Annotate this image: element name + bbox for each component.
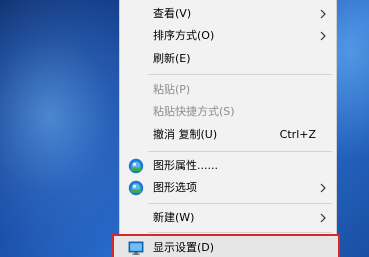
desktop-context-menu: 查看(V) 排序方式(O) 刷新(E) 粘贴(P) 粘贴快捷方式(S) 撤消 复… [112,0,340,257]
menu-item-label: 排序方式(O) [153,29,215,42]
menu-item-refresh[interactable]: 刷新(E) [120,49,336,69]
menu-item-paste-shortcut[interactable]: 粘贴快捷方式(S) [120,102,336,122]
menu-item-undo-copy[interactable]: 撤消 复制(U) Ctrl+Z [120,125,336,145]
menu-item-shortcut: Ctrl+Z [279,128,316,141]
menu-item-label: 查看(V) [153,7,192,20]
chevron-right-icon [320,213,326,223]
intel-graphics-icon [128,158,144,174]
menu-item-label: 粘贴快捷方式(S) [153,105,235,118]
menu-separator [148,203,332,204]
menu-separator [148,74,332,75]
desktop-background[interactable]: 查看(V) 排序方式(O) 刷新(E) 粘贴(P) 粘贴快捷方式(S) 撤消 复… [0,0,369,257]
menu-item-view[interactable]: 查看(V) [120,4,336,24]
intel-graphics-icon [128,180,144,196]
menu-item-graphics-options[interactable]: 图形选项 [120,178,336,198]
menu-separator [148,151,332,152]
menu-item-label: 图形选项 [153,181,197,194]
menu-item-new[interactable]: 新建(W) [120,208,336,228]
menu-item-paste[interactable]: 粘贴(P) [120,80,336,100]
chevron-right-icon [320,183,326,193]
menu-item-graphics-properties[interactable]: 图形属性...... [120,156,336,176]
menu-item-label: 粘贴(P) [153,83,191,96]
menu-item-label: 图形属性...... [153,159,218,172]
menu-item-display-settings[interactable]: 显示设置(D) [120,238,336,257]
menu-item-sort-by[interactable]: 排序方式(O) [120,26,336,46]
menu-item-label: 显示设置(D) [153,241,215,254]
display-settings-icon [128,241,144,255]
menu-item-label: 刷新(E) [153,52,191,65]
chevron-right-icon [320,31,326,41]
chevron-right-icon [320,9,326,19]
menu-item-label: 撤消 复制(U) [153,128,218,141]
menu-separator [148,232,332,233]
menu-item-label: 新建(W) [153,211,195,224]
